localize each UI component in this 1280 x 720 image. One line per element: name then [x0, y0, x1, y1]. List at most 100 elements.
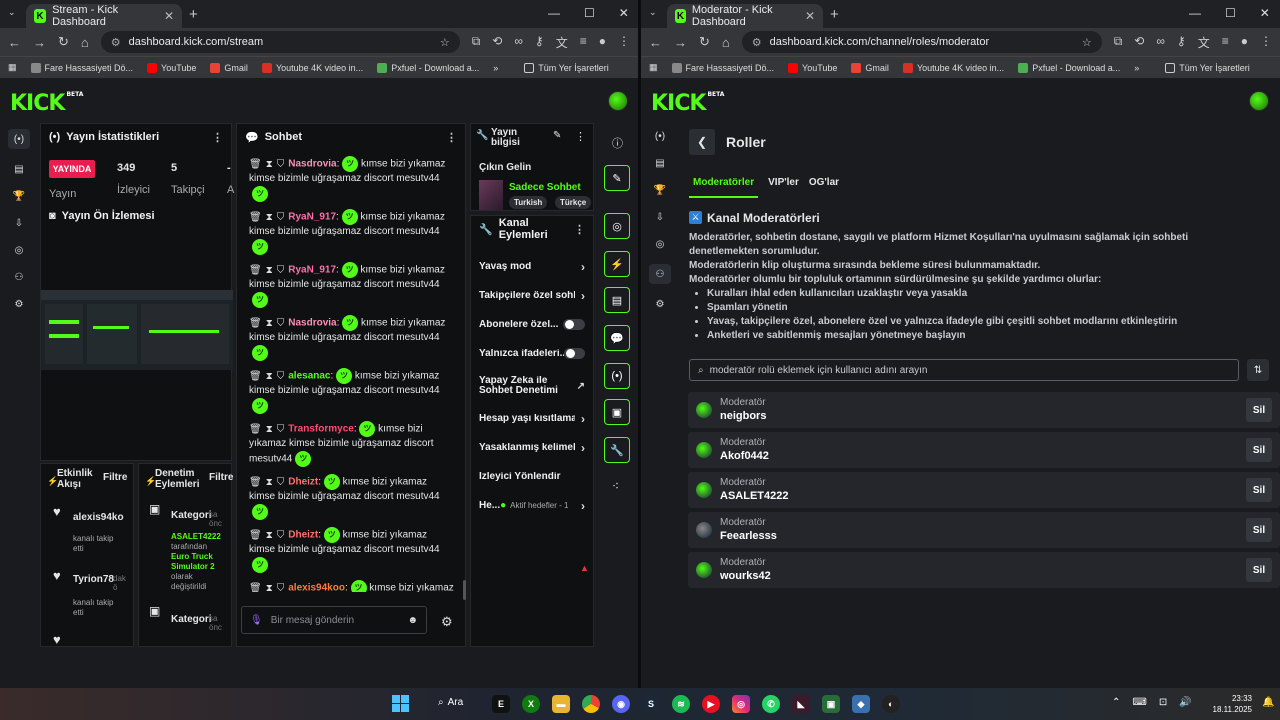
delete-message-icon[interactable]: 🗑 [249, 530, 262, 541]
chat-username[interactable]: alexis94koo [288, 583, 345, 592]
steam-icon[interactable]: S [642, 695, 660, 713]
translate-icon[interactable]: 文 [1198, 34, 1210, 51]
extension-icon[interactable]: ⧉ [472, 34, 481, 51]
chat-username[interactable]: Nasdrovia [288, 318, 336, 329]
remove-moderator-button[interactable]: Sil [1246, 558, 1272, 582]
tab-vips[interactable]: VIP'ler [768, 177, 799, 198]
tray-chevron-icon[interactable]: ⌃ [1112, 697, 1120, 708]
remove-moderator-button[interactable]: Sil [1246, 398, 1272, 422]
media-icon[interactable]: ≡ [580, 34, 587, 51]
more-bookmarks-icon[interactable]: » [493, 63, 498, 73]
channel-action-item[interactable]: Hesap yaşı kısıtlamas › [471, 404, 593, 433]
home-icon[interactable]: ⌂ [722, 35, 730, 50]
analytics-nav-icon[interactable]: ▤ [10, 162, 28, 176]
channel-action-item[interactable]: İzleyici Yönlendir [471, 462, 593, 491]
sort-button[interactable]: ⇅ [1247, 359, 1269, 381]
activity-user[interactable]: alexis94ko [73, 512, 129, 523]
reload-icon[interactable]: ↻ [699, 34, 710, 50]
users-nav-icon[interactable]: ⚇ [649, 264, 671, 284]
more-bookmarks-icon[interactable]: » [1134, 63, 1139, 73]
remove-moderator-button[interactable]: Sil [1246, 438, 1272, 462]
close-tab-icon[interactable]: ✕ [805, 9, 815, 23]
new-tab-button[interactable]: + [189, 6, 198, 23]
quick-chat-button[interactable]: 💬 [604, 325, 630, 351]
channel-action-item[interactable]: Yavaş mod › [471, 252, 593, 281]
user-avatar[interactable] [1249, 91, 1269, 111]
quick-doc-button[interactable]: ▤ [604, 287, 630, 313]
tab-list-icon[interactable]: ⌄ [8, 7, 16, 18]
link-icon[interactable]: ∞ [514, 34, 523, 51]
history-icon[interactable]: ⟲ [492, 34, 502, 51]
media-player-icon[interactable]: ▶ [702, 695, 720, 713]
tab-moderators[interactable]: Moderatörler [689, 177, 759, 198]
settings-nav-icon[interactable]: ⚙ [10, 297, 28, 311]
all-bookmarks[interactable]: Tüm Yer İşaretleri [524, 62, 609, 73]
back-icon[interactable]: ← [8, 35, 21, 50]
bookmark-item[interactable]: Gmail [851, 62, 889, 73]
chat-username[interactable]: alesanac [288, 371, 330, 382]
bookmark-item[interactable]: Youtube 4K video in... [261, 62, 363, 73]
bookmark-item[interactable]: Fare Hassasiyeti Dö... [671, 62, 774, 73]
kick-logo[interactable]: KICK BETA [10, 91, 83, 116]
app-icon[interactable]: ▣ [822, 695, 840, 713]
chat-menu-icon[interactable]: ⋮ [446, 131, 457, 144]
moderator-search-input[interactable]: ⌕ moderatör rolü eklemek için kullanıcı … [689, 359, 1239, 381]
bookmark-item[interactable]: YouTube [147, 62, 196, 73]
moderator-username[interactable]: wourks42 [720, 570, 771, 582]
stream-info-menu-icon[interactable]: ⋮ [575, 130, 586, 143]
minimize-icon[interactable]: — [1189, 6, 1201, 20]
menu-icon[interactable]: ⋮ [1260, 34, 1272, 51]
emote-picker-icon[interactable]: ☻ [407, 615, 418, 626]
address-bar[interactable]: ⚙ dashboard.kick.com/channel/roles/moder… [741, 31, 1102, 53]
trophy-nav-icon[interactable]: 🏆 [651, 183, 669, 197]
file-explorer-icon[interactable]: ▬ [552, 695, 570, 713]
stream-tag[interactable]: Turkish [509, 196, 548, 209]
chat-username[interactable]: Nasdrovia [288, 159, 336, 170]
chat-username[interactable]: RyaN_917 [288, 265, 336, 276]
delete-message-icon[interactable]: 🗑 [249, 212, 262, 223]
bookmark-item[interactable]: Gmail [210, 62, 248, 73]
moderator-username[interactable]: neigbors [720, 410, 766, 422]
chat-settings-icon[interactable]: ⚙ [441, 614, 453, 630]
translate-icon[interactable]: 文 [556, 34, 568, 51]
kick-logo[interactable]: KICK BETA [651, 91, 724, 116]
network-icon[interactable]: ⊡ [1159, 697, 1167, 708]
stream-preview-video[interactable] [41, 290, 233, 370]
channel-actions-menu-icon[interactable]: ⋮ [574, 223, 585, 236]
taskbar-search[interactable]: ⌕ Ara [438, 697, 463, 708]
upload-nav-icon[interactable]: ⇩ [10, 216, 28, 230]
key-icon[interactable]: ⚷ [535, 34, 544, 51]
back-icon[interactable]: ← [649, 35, 662, 50]
activity-filter-button[interactable]: Filtre [103, 472, 127, 483]
epic-games-icon[interactable]: E [492, 695, 510, 713]
maximize-icon[interactable]: ☐ [1225, 6, 1236, 20]
remove-moderator-button[interactable]: Sil [1246, 478, 1272, 502]
bookmark-item[interactable]: Youtube 4K video in... [902, 62, 1004, 73]
timeout-icon[interactable]: ⧗ [266, 583, 273, 592]
chat-input[interactable]: 🎙 Bir mesaj gönderin ☻ [241, 606, 427, 634]
apps-grid-icon[interactable]: ▦ [8, 62, 17, 73]
delete-message-icon[interactable]: 🗑 [249, 371, 262, 382]
xbox-icon[interactable]: X [522, 695, 540, 713]
address-bar[interactable]: ⚙ dashboard.kick.com/stream ☆ [100, 31, 460, 53]
stream-nav-icon[interactable]: (•) [8, 129, 30, 149]
tab-stream[interactable]: K Stream - Kick Dashboard ✕ [26, 4, 182, 28]
notification-icon[interactable]: 🔔 [1262, 697, 1274, 708]
toggle-switch[interactable] [563, 319, 585, 330]
more-actions-icon[interactable]: ⁖ [612, 479, 619, 493]
chat-username[interactable]: Transformyce [288, 424, 354, 435]
app-icon[interactable]: ◣ [792, 695, 810, 713]
remove-moderator-button[interactable]: Sil [1246, 518, 1272, 542]
site-info-icon[interactable]: ⚙ [752, 36, 762, 49]
chrome-icon[interactable] [582, 695, 600, 713]
upload-nav-icon[interactable]: ⇩ [651, 210, 669, 224]
activity-user[interactable]: Tyrion78 [73, 574, 114, 585]
bookmark-item[interactable]: YouTube [788, 62, 837, 73]
user-avatar[interactable] [608, 91, 628, 111]
close-window-icon[interactable]: ✕ [619, 6, 629, 20]
quick-wrench-button[interactable]: 🔧 [604, 437, 630, 463]
chat-username[interactable]: Dheizt [288, 477, 318, 488]
bookmark-item[interactable]: Fare Hassasiyeti Dö... [30, 62, 133, 73]
target-nav-icon[interactable]: ◎ [651, 237, 669, 251]
stream-tag[interactable]: Türkçe [555, 196, 592, 209]
